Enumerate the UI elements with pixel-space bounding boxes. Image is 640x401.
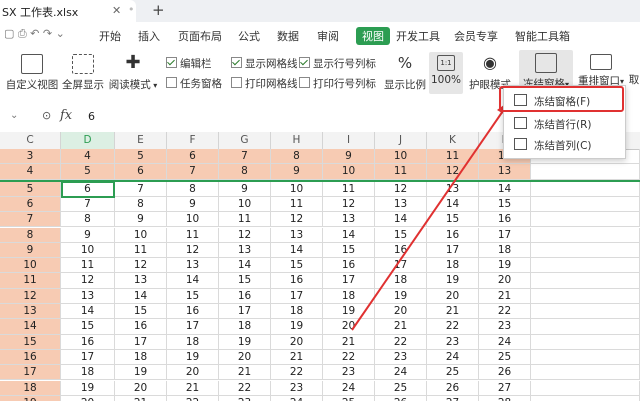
highlight-box [499,86,624,112]
annotation-arrow [351,102,508,331]
freeze-col-icon [514,138,527,150]
freeze-first-col-item[interactable]: 冻结首列(C) [504,134,625,156]
freeze-row-icon [514,117,527,129]
freeze-first-col-label: 冻结首列(C) [534,140,592,152]
freeze-first-row-label: 冻结首行(R) [534,119,592,131]
freeze-first-row-item[interactable]: 冻结首行(R) [504,113,625,135]
